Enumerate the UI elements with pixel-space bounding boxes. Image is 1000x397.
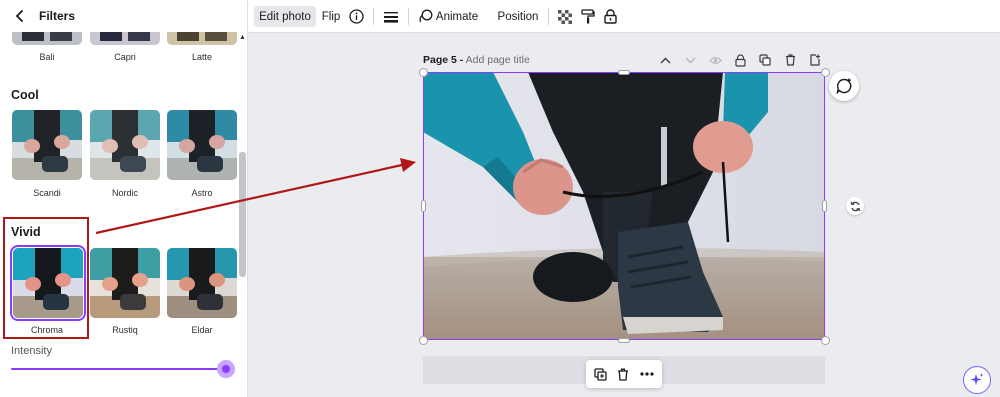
filter-thumb-eldar[interactable]	[167, 248, 237, 318]
toolbar-divider	[548, 8, 549, 25]
page-title-input[interactable]: Add page title	[466, 54, 530, 66]
filter-label: Rustiq	[112, 325, 138, 335]
panel-scrollbar[interactable]: ▲	[238, 32, 246, 397]
filter-thumb-astro[interactable]	[167, 110, 237, 180]
resize-handle-left[interactable]	[421, 200, 426, 212]
filter-label: Astro	[191, 188, 213, 198]
filter-label: Eldar	[191, 325, 213, 335]
eye-icon	[708, 56, 722, 64]
add-page-after-button[interactable]	[808, 53, 822, 67]
filter-label: Nordic	[111, 188, 138, 198]
rotate-button[interactable]	[846, 197, 864, 215]
filter-label: Capri	[114, 52, 136, 62]
back-button[interactable]	[10, 6, 30, 26]
filter-thumb-capri[interactable]	[90, 32, 160, 45]
intensity-slider[interactable]	[11, 360, 235, 378]
transparency-button[interactable]	[555, 7, 574, 26]
hide-page-button[interactable]	[708, 53, 722, 67]
filter-label: Latte	[191, 52, 213, 62]
resize-handle-right[interactable]	[822, 200, 827, 212]
floating-toolbar	[586, 360, 662, 388]
position-button[interactable]: Position	[494, 6, 542, 27]
chevron-down-icon	[685, 57, 695, 63]
filter-thumb-scandi[interactable]	[12, 110, 82, 180]
filter-label: Scandi	[33, 188, 61, 198]
add-comment-button[interactable]	[829, 71, 859, 101]
resize-handle-top[interactable]	[618, 70, 630, 75]
trash-icon	[785, 54, 795, 66]
magic-assistant-button[interactable]	[963, 366, 991, 394]
filter-thumb-nordic[interactable]	[90, 110, 160, 180]
toolbar-divider	[373, 8, 374, 25]
lock-icon	[604, 9, 617, 24]
info-icon	[349, 9, 364, 24]
lock-button[interactable]	[601, 7, 620, 26]
resize-handle-top-right[interactable]	[821, 68, 830, 77]
duplicate-icon	[759, 54, 771, 66]
filters-panel: Filters Bali Capri Latte Cool Scandi Nor…	[0, 0, 248, 397]
animate-icon	[419, 9, 433, 23]
page-down-button[interactable]	[683, 53, 697, 67]
duplicate-icon	[593, 367, 607, 381]
more-dots-icon	[640, 372, 654, 376]
sparkle-icon	[970, 373, 984, 385]
border-style-button[interactable]	[381, 7, 400, 26]
page-up-button[interactable]	[658, 53, 672, 67]
filter-label: Chroma	[30, 325, 63, 335]
top-toolbar: Edit photo Flip Animate Position	[248, 0, 1000, 33]
page-name: Page 5 -	[423, 54, 464, 66]
chevron-up-icon	[660, 57, 670, 63]
slider-track	[11, 368, 226, 370]
info-button[interactable]	[347, 7, 366, 26]
chevron-left-icon	[15, 10, 23, 22]
filter-label: Bali	[39, 52, 55, 62]
more-options-button[interactable]	[639, 366, 655, 382]
selected-photo[interactable]	[423, 72, 825, 340]
panel-header: Filters	[0, 0, 247, 32]
filter-thumb-rustiq[interactable]	[90, 248, 160, 318]
animate-icon-wrap[interactable]	[416, 7, 435, 26]
delete-page-button[interactable]	[783, 53, 797, 67]
animate-button[interactable]: Animate	[435, 6, 479, 27]
delete-element-button[interactable]	[615, 366, 631, 382]
duplicate-element-button[interactable]	[592, 366, 608, 382]
scroll-up-arrow-icon[interactable]: ▲	[239, 34, 246, 41]
paint-roller-icon	[580, 9, 595, 24]
section-title-cool: Cool	[11, 88, 39, 102]
resize-handle-bottom[interactable]	[618, 338, 630, 343]
resize-handle-bottom-right[interactable]	[821, 336, 830, 345]
filter-thumb-chroma[interactable]	[10, 245, 86, 321]
duplicate-page-button[interactable]	[758, 53, 772, 67]
slider-knob[interactable]	[217, 360, 235, 378]
section-title-vivid: Vivid	[11, 225, 41, 239]
toolbar-divider	[408, 8, 409, 25]
lock-icon	[734, 53, 746, 67]
page-header: Page 5 - Add page title	[423, 54, 530, 66]
comment-plus-icon	[836, 78, 852, 94]
copy-style-button[interactable]	[578, 7, 597, 26]
panel-title: Filters	[39, 9, 76, 23]
scrollbar-thumb[interactable]	[239, 152, 246, 277]
add-page-icon	[810, 54, 820, 66]
running-shoe-photo	[423, 72, 825, 340]
flip-button[interactable]: Flip	[319, 6, 343, 27]
filter-thumb-bali[interactable]	[12, 32, 82, 45]
design-page[interactable]	[423, 72, 825, 340]
rotate-icon	[849, 201, 861, 211]
intensity-label: Intensity	[11, 345, 52, 357]
trash-icon	[618, 368, 628, 381]
resize-handle-top-left[interactable]	[419, 68, 428, 77]
edit-photo-button[interactable]: Edit photo	[254, 6, 316, 27]
filter-thumb-latte[interactable]	[167, 32, 237, 45]
border-lines-icon	[383, 11, 398, 23]
lock-page-button[interactable]	[733, 53, 747, 67]
transparency-checker-icon	[557, 9, 572, 24]
resize-handle-bottom-left[interactable]	[419, 336, 428, 345]
